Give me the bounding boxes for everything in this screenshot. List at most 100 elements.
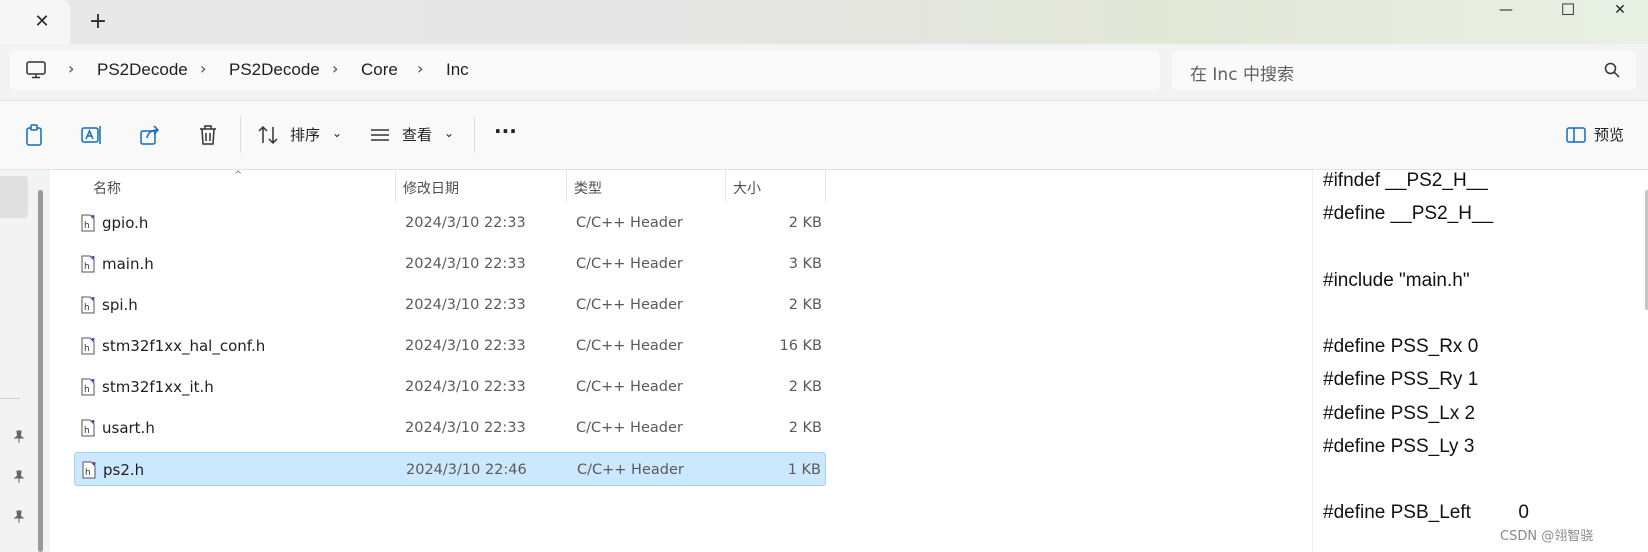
nav-scrollbar[interactable] (38, 190, 43, 552)
rename-icon[interactable] (80, 123, 104, 147)
column-header-size[interactable]: 大小 (733, 178, 761, 198)
pin-icon[interactable] (12, 470, 26, 484)
breadcrumb-core[interactable]: Core (361, 60, 398, 80)
paste-icon[interactable] (22, 123, 46, 147)
header-file-icon: h (81, 255, 95, 273)
file-type: C/C++ Header (576, 215, 683, 231)
svg-text:h: h (84, 303, 90, 313)
close-tab-icon[interactable]: ✕ (30, 10, 54, 34)
file-size: 2 KB (788, 420, 822, 436)
preview-pane: #ifndef __PS2_H__ #define __PS2_H__ #inclu… (1312, 170, 1648, 552)
toolbar-divider (474, 117, 475, 153)
file-date: 2024/3/10 22:46 (406, 462, 527, 478)
header-file-icon: h (81, 337, 95, 355)
svg-text:h: h (84, 344, 90, 354)
breadcrumb-separator[interactable]: › (332, 59, 338, 78)
file-type: C/C++ Header (576, 297, 683, 313)
sort-icon[interactable] (256, 123, 280, 147)
file-size: 2 KB (788, 215, 822, 231)
preview-code-line: #define PSB_Left 0 (1323, 502, 1529, 524)
file-size: 2 KB (788, 379, 822, 395)
breadcrumb-separator[interactable]: › (68, 59, 74, 78)
header-file-icon: h (81, 296, 95, 314)
preview-pane-button[interactable]: 预览 (1594, 124, 1624, 145)
file-row[interactable]: h main.h 2024/3/10 22:33 C/C++ Header 3 KB (74, 247, 826, 281)
preview-code-line: #define PSS_Ry 1 (1323, 369, 1479, 391)
active-tab[interactable]: ✕ (0, 0, 70, 44)
file-size: 3 KB (788, 256, 822, 272)
header-file-icon: h (81, 419, 95, 437)
svg-text:h: h (84, 262, 90, 272)
file-row[interactable]: h spi.h 2024/3/10 22:33 C/C++ Header 2 KB (74, 288, 826, 322)
file-name: ps2.h (103, 461, 145, 479)
file-size: 1 KB (787, 462, 821, 478)
column-divider[interactable] (825, 170, 826, 202)
navigation-row: › PS2Decode › PS2Decode › Core › Inc 在 I… (0, 44, 1648, 101)
file-row[interactable]: h gpio.h 2024/3/10 22:33 C/C++ Header 2 KB (74, 206, 826, 240)
file-row[interactable]: h ps2.h 2024/3/10 22:46 C/C++ Header 1 KB (74, 452, 826, 486)
view-button[interactable]: 查看 (402, 124, 432, 145)
column-header-type[interactable]: 类型 (574, 178, 602, 198)
watermark: CSDN @翎智骁 (1500, 529, 1594, 544)
delete-icon[interactable] (196, 123, 220, 147)
title-bar: ✕ + — ☐ ✕ (0, 0, 1648, 44)
file-date: 2024/3/10 22:33 (405, 379, 526, 395)
file-size: 16 KB (779, 338, 822, 354)
breadcrumb-ps2decode-1[interactable]: PS2Decode (97, 60, 188, 80)
svg-text:h: h (84, 221, 90, 231)
header-file-icon: h (82, 461, 96, 479)
navigation-pane (0, 170, 50, 552)
nav-selected-item[interactable] (0, 176, 28, 218)
more-options-button[interactable]: ··· (494, 119, 517, 143)
breadcrumb-inc[interactable]: Inc (446, 60, 469, 80)
breadcrumb-separator[interactable]: › (200, 59, 206, 78)
column-divider[interactable] (725, 170, 726, 202)
command-bar: 排序 ⌄ 查看 ⌄ ··· 预览 (0, 101, 1648, 170)
chevron-down-icon[interactable]: ⌄ (332, 126, 342, 140)
file-name: main.h (102, 255, 154, 273)
preview-code-line: #define PSS_Ly 3 (1323, 435, 1475, 457)
preview-code-line: #ifndef __PS2_H__ (1323, 170, 1488, 191)
preview-code-line: #define PSS_Rx 0 (1323, 335, 1479, 357)
pin-icon[interactable] (12, 510, 26, 524)
column-header-name[interactable]: 名称 (93, 178, 121, 198)
file-date: 2024/3/10 22:33 (405, 297, 526, 313)
search-box[interactable]: 在 Inc 中搜索 (1172, 50, 1636, 90)
file-type: C/C++ Header (576, 256, 683, 272)
column-header-date[interactable]: 修改日期 (403, 178, 459, 198)
this-pc-icon[interactable] (26, 61, 46, 79)
new-tab-button[interactable]: + (86, 10, 110, 34)
search-input[interactable]: 在 Inc 中搜索 (1190, 60, 1294, 85)
minimize-button[interactable]: — (1478, 0, 1534, 22)
breadcrumb-ps2decode-2[interactable]: PS2Decode (229, 60, 320, 80)
close-window-button[interactable]: ✕ (1592, 0, 1648, 22)
nav-divider (0, 398, 20, 399)
preview-code-line: #define __PS2_H__ (1323, 203, 1494, 225)
chevron-down-icon[interactable]: ⌄ (444, 126, 454, 140)
file-name: gpio.h (102, 214, 149, 232)
file-date: 2024/3/10 22:33 (405, 215, 526, 231)
file-list: ^ 名称 修改日期 类型 大小 h gpio.h 2024/3/10 22:33 C/… (52, 170, 1310, 552)
file-type: C/C++ Header (577, 462, 684, 478)
file-type: C/C++ Header (576, 338, 683, 354)
sort-button[interactable]: 排序 (290, 124, 320, 145)
file-name: spi.h (102, 296, 138, 314)
column-divider[interactable] (566, 170, 567, 202)
address-bar[interactable]: › PS2Decode › PS2Decode › Core › Inc (10, 50, 1160, 90)
file-row[interactable]: h usart.h 2024/3/10 22:33 C/C++ Header 2 KB (74, 411, 826, 445)
file-name: stm32f1xx_it.h (102, 378, 214, 396)
pin-icon[interactable] (12, 430, 26, 444)
search-icon[interactable] (1604, 62, 1620, 78)
breadcrumb-separator[interactable]: › (417, 59, 423, 78)
file-row[interactable]: h stm32f1xx_hal_conf.h 2024/3/10 22:33 C/C+… (74, 329, 826, 363)
header-file-icon: h (81, 214, 95, 232)
view-icon[interactable] (368, 123, 392, 147)
share-icon[interactable] (138, 123, 162, 147)
preview-pane-icon[interactable] (1564, 123, 1588, 147)
file-date: 2024/3/10 22:33 (405, 420, 526, 436)
column-divider[interactable] (395, 170, 396, 202)
svg-text:h: h (84, 385, 90, 395)
file-row[interactable]: h stm32f1xx_it.h 2024/3/10 22:33 C/C++ Head… (74, 370, 826, 404)
svg-text:h: h (84, 426, 90, 436)
maximize-button[interactable]: ☐ (1540, 0, 1596, 22)
